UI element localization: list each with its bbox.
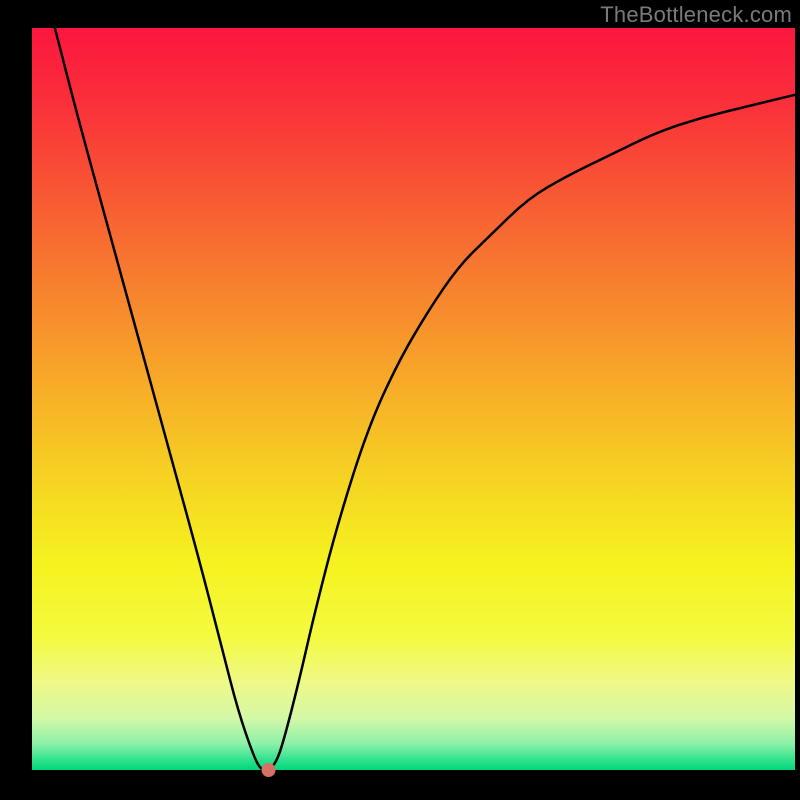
watermark-text: TheBottleneck.com	[600, 2, 792, 28]
chart-frame: TheBottleneck.com	[0, 0, 800, 800]
bottleneck-chart	[0, 0, 800, 800]
optimum-marker	[262, 763, 276, 777]
plot-background	[32, 28, 795, 770]
